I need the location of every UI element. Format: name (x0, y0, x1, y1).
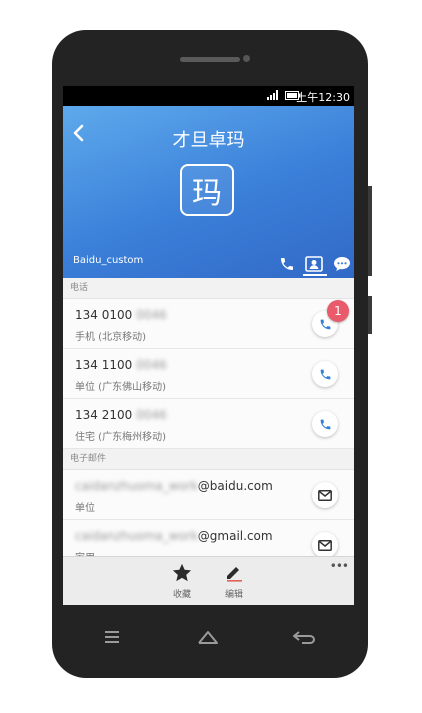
screen: 上午12:30 才旦卓玛 玛 Baidu_custom 电话 134 0100 … (63, 86, 354, 605)
phone-call-icon (320, 369, 330, 379)
contact-details: 电话 134 0100 0046 手机 (北京移动) 134 1100 0046 单… (63, 278, 354, 570)
earpiece-speaker (180, 57, 240, 62)
phone-row[interactable]: 134 2100 0046 住宅 (广东梅州移动) (63, 399, 354, 449)
favorite-button[interactable]: 收藏 (162, 563, 202, 600)
edit-label: 编辑 (224, 590, 243, 600)
email-section-header: 电子邮件 (63, 449, 354, 470)
menu-key-icon[interactable] (103, 630, 121, 644)
phone-label: 住宅 (广东梅州移动) (75, 432, 166, 443)
phone-section-header: 电话 (63, 278, 354, 299)
volume-button (368, 186, 372, 276)
pencil-icon (227, 567, 242, 582)
message-tab-icon[interactable] (333, 256, 351, 272)
phone-row[interactable]: 134 1100 0046 单位 (广东佛山移动) (63, 349, 354, 399)
avatar-char: 玛 (192, 176, 222, 211)
mail-icon (318, 539, 332, 551)
edit-button[interactable]: 编辑 (214, 563, 254, 600)
phone-call-icon (320, 419, 330, 429)
account-label: Baidu_custom (73, 255, 144, 266)
contact-card-tab-icon[interactable] (305, 256, 323, 272)
star-icon (172, 563, 192, 582)
call-button[interactable] (312, 411, 338, 437)
notification-badge: 1 (327, 300, 349, 322)
contact-avatar[interactable]: 玛 (180, 164, 234, 216)
phone-number-hidden: 0046 (136, 308, 167, 322)
bottom-action-bar: 收藏 编辑 ••• (63, 556, 354, 605)
email-local-hidden: caidanzhuoma_work (75, 479, 198, 493)
back-key-icon[interactable] (292, 630, 318, 644)
more-options-icon[interactable]: ••• (330, 559, 349, 573)
favorite-label: 收藏 (172, 590, 191, 600)
home-key-icon[interactable] (197, 630, 219, 644)
email-row[interactable]: caidanzhuoma_work@baidu.com 单位 (63, 470, 354, 520)
phone-number-hidden: 0046 (136, 358, 167, 372)
mail-icon (318, 489, 332, 501)
active-tab-indicator (303, 274, 327, 276)
email-local-hidden: caidanzhuoma_work (75, 529, 198, 543)
email-address: caidanzhuoma_work@baidu.com (75, 479, 273, 493)
phone-number: 134 1100 0046 (75, 358, 167, 372)
power-button (368, 296, 372, 334)
contact-name: 才旦卓玛 (172, 130, 245, 151)
phone-row[interactable]: 134 0100 0046 手机 (北京移动) (63, 299, 354, 349)
send-email-button[interactable] (312, 532, 338, 558)
phone-number-hidden: 0046 (136, 408, 167, 422)
status-time: 上午12:30 (296, 91, 350, 104)
front-camera (243, 55, 250, 62)
phone-call-icon (320, 319, 330, 329)
phone-number: 134 2100 0046 (75, 408, 167, 422)
signal-icon (267, 90, 278, 100)
email-label: 单位 (75, 503, 95, 514)
send-email-button[interactable] (312, 482, 338, 508)
call-button[interactable] (312, 361, 338, 387)
phone-label: 单位 (广东佛山移动) (75, 382, 166, 393)
status-bar: 上午12:30 (63, 86, 354, 106)
phone-label: 手机 (北京移动) (75, 332, 146, 343)
phone-tab-icon[interactable] (279, 256, 295, 272)
contact-header: 才旦卓玛 玛 Baidu_custom (63, 106, 354, 278)
email-address: caidanzhuoma_work@gmail.com (75, 529, 273, 543)
phone-number: 134 0100 0046 (75, 308, 167, 322)
